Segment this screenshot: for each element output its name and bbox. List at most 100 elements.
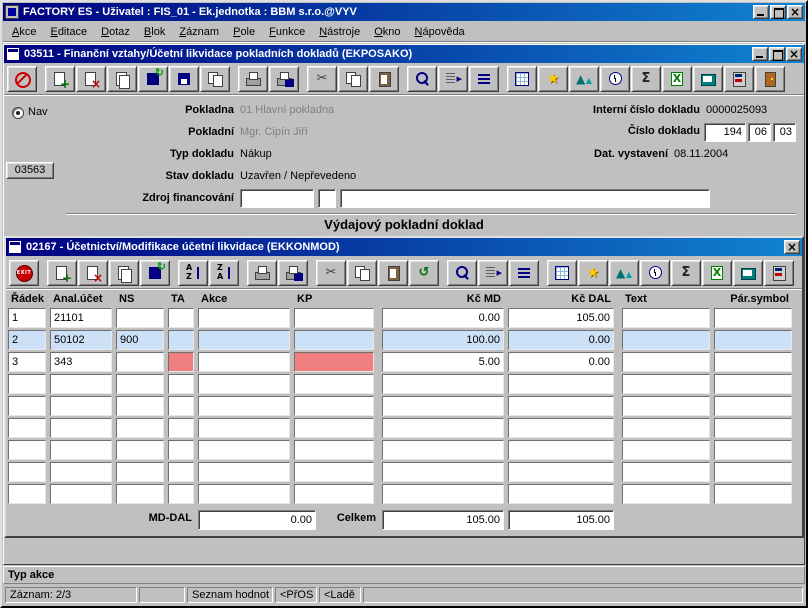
cell-radek[interactable]: 2 bbox=[8, 330, 46, 350]
menu-item[interactable]: Dotaz bbox=[94, 23, 137, 41]
notes-button[interactable] bbox=[693, 65, 723, 92]
cell-text[interactable] bbox=[622, 330, 710, 350]
cell-ta[interactable] bbox=[168, 308, 194, 328]
cell-text[interactable] bbox=[622, 462, 710, 482]
cell-kp[interactable] bbox=[294, 352, 374, 372]
cell-anal-ucet[interactable] bbox=[50, 462, 112, 482]
minimize-button[interactable] bbox=[753, 5, 769, 19]
cell-par-symbol[interactable] bbox=[714, 440, 792, 460]
save-button[interactable] bbox=[169, 65, 199, 92]
cell-radek[interactable]: 3 bbox=[8, 352, 46, 372]
cell-par-symbol[interactable] bbox=[714, 374, 792, 394]
sum-button[interactable] bbox=[671, 259, 701, 286]
form-number-button[interactable]: 03563 bbox=[6, 162, 54, 179]
sort-asc-button[interactable] bbox=[178, 259, 208, 286]
exit-form-button[interactable] bbox=[755, 65, 785, 92]
cell-radek[interactable]: 1 bbox=[8, 308, 46, 328]
cell-kp[interactable] bbox=[294, 484, 374, 504]
cell-kc-md[interactable] bbox=[382, 484, 504, 504]
menu-item[interactable]: Funkce bbox=[262, 23, 312, 41]
copy-button[interactable] bbox=[347, 259, 377, 286]
cell-text[interactable] bbox=[622, 308, 710, 328]
menu-item[interactable]: Editace bbox=[43, 23, 94, 41]
cell-kc-md[interactable] bbox=[382, 396, 504, 416]
print-button[interactable] bbox=[238, 65, 268, 92]
insert-record-button[interactable] bbox=[47, 259, 77, 286]
delete-record-button[interactable] bbox=[78, 259, 108, 286]
ekposako-close-button[interactable] bbox=[786, 47, 802, 61]
cell-ns[interactable] bbox=[116, 462, 164, 482]
cell-text[interactable] bbox=[622, 440, 710, 460]
cell-ns[interactable] bbox=[116, 418, 164, 438]
cell-kc-md[interactable] bbox=[382, 418, 504, 438]
cell-radek[interactable] bbox=[8, 396, 46, 416]
cell-radek[interactable] bbox=[8, 440, 46, 460]
execute-query-button[interactable] bbox=[478, 259, 508, 286]
notes-button[interactable] bbox=[733, 259, 763, 286]
cell-kp[interactable] bbox=[294, 462, 374, 482]
ekposako-titlebar[interactable]: 03511 - Finanční vztahy/Účetní likvidace… bbox=[4, 45, 804, 63]
chart-button[interactable] bbox=[609, 259, 639, 286]
save-refresh-button[interactable] bbox=[138, 65, 168, 92]
chart-button[interactable] bbox=[569, 65, 599, 92]
zdroj-financovani-flag-field[interactable] bbox=[318, 189, 336, 208]
cut-button[interactable] bbox=[316, 259, 346, 286]
copy-record-button[interactable] bbox=[109, 259, 139, 286]
cell-kc-dal[interactable] bbox=[508, 484, 614, 504]
grid-button[interactable] bbox=[507, 65, 537, 92]
nav-radio[interactable] bbox=[12, 107, 24, 119]
print-button[interactable] bbox=[247, 259, 277, 286]
cell-ta[interactable] bbox=[168, 484, 194, 504]
save-refresh-button[interactable] bbox=[140, 259, 170, 286]
cell-par-symbol[interactable] bbox=[714, 308, 792, 328]
cell-ta[interactable] bbox=[168, 462, 194, 482]
main-titlebar[interactable]: FACTORY ES - Uživatel : FIS_01 - Ek.jedn… bbox=[3, 3, 805, 21]
sort-desc-button[interactable] bbox=[209, 259, 239, 286]
cell-kp[interactable] bbox=[294, 308, 374, 328]
cell-par-symbol[interactable] bbox=[714, 418, 792, 438]
cell-ta[interactable] bbox=[168, 374, 194, 394]
cell-radek[interactable] bbox=[8, 418, 46, 438]
cell-kc-dal[interactable] bbox=[508, 374, 614, 394]
maximize-button[interactable] bbox=[770, 5, 786, 19]
excel-export-button[interactable] bbox=[662, 65, 692, 92]
cell-kc-md[interactable]: 5.00 bbox=[382, 352, 504, 372]
sum-button[interactable] bbox=[631, 65, 661, 92]
duplicate-button[interactable] bbox=[200, 65, 230, 92]
timer-button[interactable] bbox=[640, 259, 670, 286]
cell-ta[interactable] bbox=[168, 352, 194, 372]
undo-button[interactable] bbox=[409, 259, 439, 286]
cell-radek[interactable] bbox=[8, 374, 46, 394]
print-preview-button[interactable] bbox=[269, 65, 299, 92]
cell-ns[interactable] bbox=[116, 440, 164, 460]
cell-kp[interactable] bbox=[294, 418, 374, 438]
cell-anal-ucet[interactable] bbox=[50, 418, 112, 438]
cell-radek[interactable] bbox=[8, 462, 46, 482]
cell-kp[interactable] bbox=[294, 396, 374, 416]
cell-anal-ucet[interactable] bbox=[50, 484, 112, 504]
cell-radek[interactable] bbox=[8, 484, 46, 504]
paste-button[interactable] bbox=[369, 65, 399, 92]
search-button[interactable] bbox=[407, 65, 437, 92]
cell-text[interactable] bbox=[622, 418, 710, 438]
zdroj-financovani-name-field[interactable] bbox=[340, 189, 710, 208]
cell-anal-ucet[interactable] bbox=[50, 374, 112, 394]
ekkonmod-close-button[interactable] bbox=[784, 240, 800, 254]
search-button[interactable] bbox=[447, 259, 477, 286]
cell-akce[interactable] bbox=[198, 484, 290, 504]
execute-query-button[interactable] bbox=[438, 65, 468, 92]
menu-item[interactable]: Pole bbox=[226, 23, 262, 41]
cell-kc-dal[interactable] bbox=[508, 440, 614, 460]
sort-button[interactable] bbox=[469, 65, 499, 92]
ekposako-minimize-button[interactable] bbox=[752, 47, 768, 61]
delete-record-button[interactable] bbox=[76, 65, 106, 92]
excel-export-button[interactable] bbox=[702, 259, 732, 286]
cell-anal-ucet[interactable]: 50102 bbox=[50, 330, 112, 350]
menu-item[interactable]: Okno bbox=[367, 23, 407, 41]
cell-akce[interactable] bbox=[198, 440, 290, 460]
cell-akce[interactable] bbox=[198, 330, 290, 350]
cell-anal-ucet[interactable] bbox=[50, 440, 112, 460]
ekkonmod-titlebar[interactable]: 02167 - Účetnictví/Modifikace účetní lik… bbox=[6, 238, 802, 256]
cell-ta[interactable] bbox=[168, 396, 194, 416]
cell-par-symbol[interactable] bbox=[714, 330, 792, 350]
